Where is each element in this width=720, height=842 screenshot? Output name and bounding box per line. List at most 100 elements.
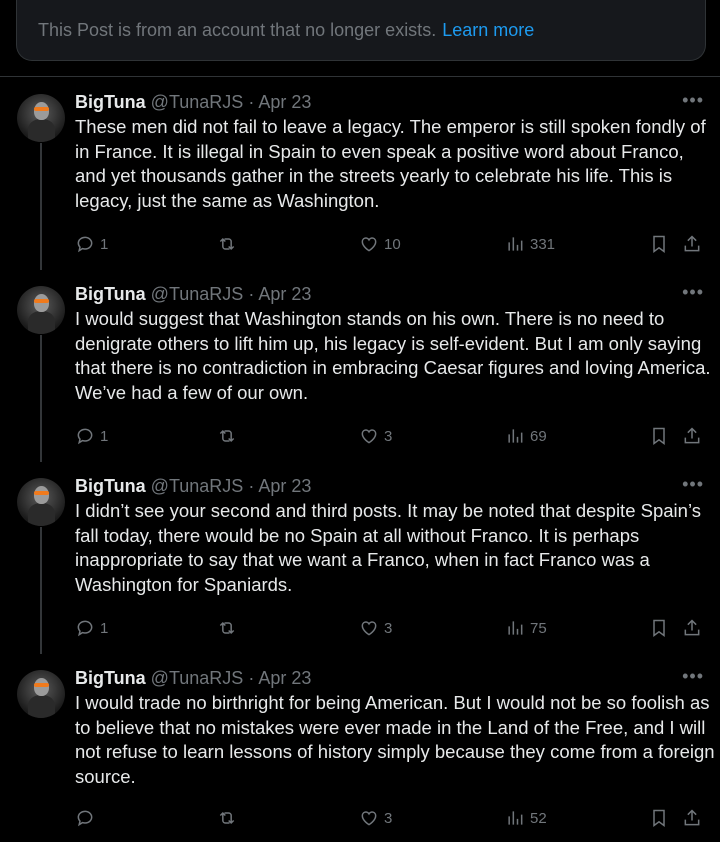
display-name[interactable]: BigTuna — [75, 92, 146, 112]
views-count: 331 — [530, 235, 556, 253]
post-date[interactable]: Apr 23 — [258, 668, 311, 688]
more-horizontal-icon[interactable]: ••• — [682, 282, 704, 303]
reply-icon — [77, 428, 93, 445]
heart-icon — [361, 429, 377, 444]
user-handle[interactable]: @TunaRJS — [151, 92, 244, 112]
repost-button[interactable] — [217, 234, 242, 254]
like-count: 3 — [384, 809, 393, 827]
separator-dot: · — [248, 284, 255, 304]
display-name[interactable]: BigTuna — [75, 668, 146, 688]
repost-button[interactable] — [217, 618, 242, 638]
views-count: 69 — [530, 427, 547, 445]
reply-count: 1 — [100, 235, 109, 253]
heart-icon — [361, 621, 377, 636]
bookmark-button[interactable] — [649, 234, 669, 254]
heart-icon — [361, 811, 377, 826]
user-handle[interactable]: @TunaRJS — [151, 476, 244, 496]
views-chart-icon — [508, 811, 523, 825]
separator-dot: · — [248, 92, 255, 112]
like-button[interactable]: 3 — [359, 426, 392, 446]
more-horizontal-icon[interactable]: ••• — [682, 666, 704, 687]
post-date[interactable]: Apr 23 — [258, 284, 311, 304]
more-horizontal-icon[interactable]: ••• — [682, 90, 704, 111]
notice-text: This Post is from an account that no lon… — [38, 19, 437, 40]
like-button[interactable]: 3 — [359, 808, 392, 828]
share-button[interactable] — [682, 808, 702, 828]
post[interactable]: BigTuna @TunaRJS · Apr 23 ••• I didn’t s… — [0, 462, 720, 652]
post-header: BigTuna @TunaRJS · Apr 23 — [75, 283, 311, 305]
views-count: 75 — [530, 619, 547, 637]
share-icon — [684, 809, 700, 826]
views-chart-icon — [508, 621, 523, 635]
post-actions: 1 3 69 — [75, 426, 705, 448]
share-button[interactable] — [682, 426, 702, 446]
post-actions: 1 3 75 — [75, 618, 705, 640]
bookmark-icon — [653, 427, 665, 445]
share-button[interactable] — [682, 234, 702, 254]
post-text: I would suggest that Washington stands o… — [75, 308, 711, 403]
display-name[interactable]: BigTuna — [75, 476, 146, 496]
avatar[interactable] — [17, 94, 65, 142]
reply-button[interactable] — [75, 808, 100, 828]
views-button[interactable]: 331 — [505, 234, 555, 254]
share-button[interactable] — [682, 618, 702, 638]
repost-icon — [219, 429, 235, 443]
display-name[interactable]: BigTuna — [75, 284, 146, 304]
views-chart-icon — [508, 429, 523, 443]
learn-more-link[interactable]: Learn more — [442, 20, 534, 41]
heart-icon — [361, 237, 377, 252]
deleted-account-notice: This Post is from an account that no lon… — [16, 0, 706, 61]
post-actions: 1 10 331 — [75, 234, 705, 256]
repost-icon — [219, 811, 235, 825]
post-text: These men did not fail to leave a legacy… — [75, 116, 706, 211]
reply-button[interactable]: 1 — [75, 618, 108, 638]
post-date[interactable]: Apr 23 — [258, 92, 311, 112]
post-text: I would trade no birthright for being Am… — [75, 692, 715, 787]
repost-button[interactable] — [217, 426, 242, 446]
post[interactable]: BigTuna @TunaRJS · Apr 23 ••• I would su… — [0, 270, 720, 460]
post-header: BigTuna @TunaRJS · Apr 23 — [75, 475, 311, 497]
bookmark-icon — [653, 235, 665, 253]
post-header: BigTuna @TunaRJS · Apr 23 — [75, 667, 311, 689]
bookmark-button[interactable] — [649, 618, 669, 638]
repost-icon — [219, 237, 235, 251]
post-header: BigTuna @TunaRJS · Apr 23 — [75, 91, 311, 113]
reply-button[interactable]: 1 — [75, 234, 108, 254]
repost-icon — [219, 621, 235, 635]
views-button[interactable]: 69 — [505, 426, 547, 446]
post-text: I didn’t see your second and third posts… — [75, 500, 701, 595]
like-count: 3 — [384, 619, 393, 637]
separator-dot: · — [248, 476, 255, 496]
divider — [0, 76, 720, 77]
reply-count: 1 — [100, 619, 109, 637]
share-icon — [684, 235, 700, 252]
like-count: 10 — [384, 235, 401, 253]
user-handle[interactable]: @TunaRJS — [151, 668, 244, 688]
avatar[interactable] — [17, 670, 65, 718]
share-icon — [684, 619, 700, 636]
bookmark-icon — [653, 809, 665, 827]
post[interactable]: BigTuna @TunaRJS · Apr 23 ••• These men … — [0, 78, 720, 268]
share-icon — [684, 427, 700, 444]
like-count: 3 — [384, 427, 393, 445]
like-button[interactable]: 3 — [359, 618, 392, 638]
bookmark-button[interactable] — [649, 808, 669, 828]
post-date[interactable]: Apr 23 — [258, 476, 311, 496]
more-horizontal-icon[interactable]: ••• — [682, 474, 704, 495]
like-button[interactable]: 10 — [359, 234, 401, 254]
bookmark-icon — [653, 619, 665, 637]
avatar[interactable] — [17, 478, 65, 526]
views-chart-icon — [508, 237, 523, 251]
views-button[interactable]: 75 — [505, 618, 547, 638]
reply-icon — [77, 620, 93, 637]
user-handle[interactable]: @TunaRJS — [151, 284, 244, 304]
repost-button[interactable] — [217, 808, 242, 828]
post-actions: 3 52 — [75, 808, 705, 830]
views-count: 52 — [530, 809, 547, 827]
bookmark-button[interactable] — [649, 426, 669, 446]
avatar[interactable] — [17, 286, 65, 334]
reply-icon — [77, 236, 93, 253]
views-button[interactable]: 52 — [505, 808, 547, 828]
reply-button[interactable]: 1 — [75, 426, 108, 446]
post[interactable]: BigTuna @TunaRJS · Apr 23 ••• I would tr… — [0, 654, 720, 842]
